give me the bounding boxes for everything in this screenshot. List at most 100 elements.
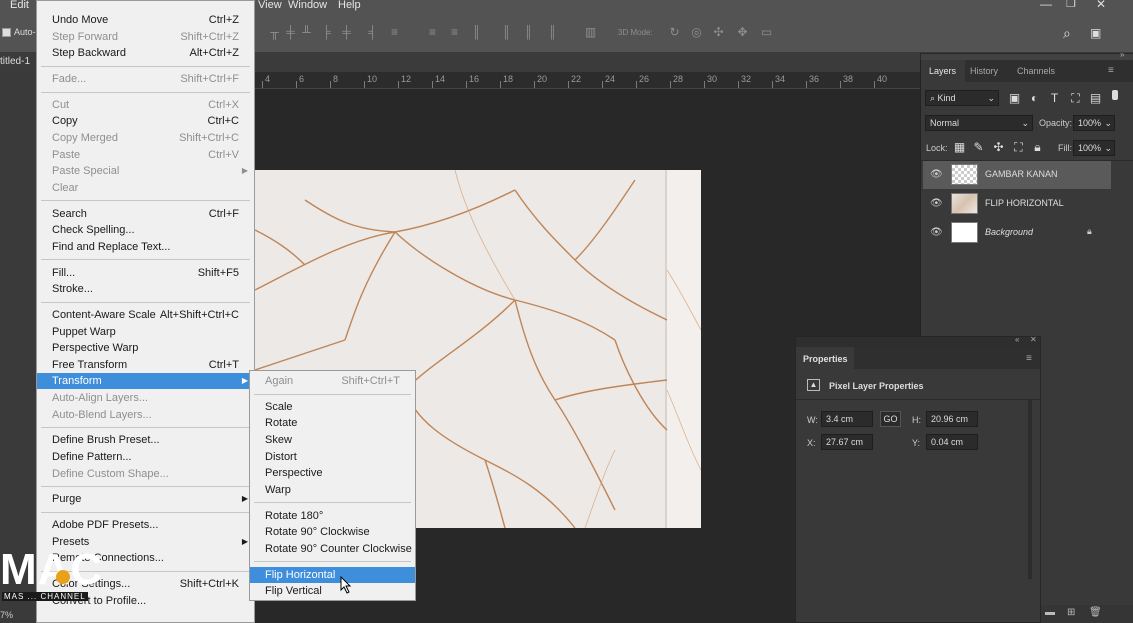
close-icon[interactable]: ✕ — [1030, 335, 1037, 344]
width-input[interactable]: 3.4 cm — [821, 411, 873, 427]
menu-item[interactable]: Fill... Shift+F5 — [37, 265, 254, 281]
menu-item[interactable]: Perspective Warp — [37, 340, 254, 356]
lock-image-icon[interactable]: ✎ — [972, 141, 985, 154]
align-left-icon[interactable]: ╞ — [320, 26, 333, 39]
menu-item[interactable]: Content-Aware Scale Alt+Shift+Ctrl+C — [37, 307, 254, 323]
minimize-icon[interactable]: — — [1040, 0, 1052, 11]
menu-item[interactable]: Puppet Warp — [37, 324, 254, 340]
layer-row[interactable]: 👁︎ FLIP HORIZONTAL — [923, 190, 1111, 218]
lock-transparent-icon[interactable]: ▦ — [953, 141, 966, 154]
panel-menu-icon[interactable]: ≡ — [1026, 353, 1032, 364]
visibility-eye-icon[interactable]: 👁︎ — [930, 169, 943, 180]
3d-scale-icon[interactable]: ▭ — [760, 26, 773, 39]
distribute-vcenter-icon[interactable]: ≡ — [426, 26, 439, 39]
layer-row[interactable]: 👁︎ GAMBAR KANAN — [923, 161, 1111, 189]
x-input[interactable]: 27.67 cm — [821, 434, 873, 450]
menu-item[interactable]: Rotate 180° — [250, 508, 415, 524]
filter-smart-object-icon[interactable]: ▤ — [1089, 92, 1102, 105]
opacity-input[interactable]: 100% ⌄ — [1073, 115, 1115, 131]
filter-adjustment-icon[interactable]: ◐ — [1028, 92, 1041, 105]
menu-item[interactable]: Stroke... — [37, 281, 254, 297]
search-icon[interactable]: ⌕ — [1063, 25, 1071, 42]
auto-align-icon[interactable]: ▥ — [584, 26, 597, 39]
3d-rotate-icon[interactable]: ↻ — [668, 26, 681, 39]
restore-icon[interactable]: ❐ — [1066, 0, 1076, 10]
panel-menu-icon[interactable]: ≡ — [1108, 65, 1114, 76]
menu-item[interactable]: Transform ▶ — [37, 373, 254, 390]
menu-item[interactable]: Rotate 90° Counter Clockwise — [250, 541, 415, 557]
align-vcenter-icon[interactable]: ╪ — [284, 26, 297, 39]
distribute-left-icon[interactable]: ║ — [470, 26, 483, 39]
menu-item[interactable]: Free Transform Ctrl+T — [37, 357, 254, 373]
trash-icon[interactable]: 🗑︎ — [1089, 607, 1102, 618]
align-bottom-icon[interactable]: ╨ — [300, 26, 313, 39]
distribute-hcenter-icon[interactable]: ║ — [500, 26, 513, 39]
distribute-bottom-icon[interactable]: ≡ — [448, 26, 461, 39]
new-group-icon[interactable]: ▬ — [1045, 607, 1055, 618]
menu-item[interactable]: Purge ▶ — [37, 491, 254, 507]
transform-submenu: Again Shift+Ctrl+T Scale Rotate Skew Distort P… — [249, 370, 416, 601]
link-dimensions-button[interactable]: GO — [880, 411, 901, 427]
menu-item[interactable]: Copy Ctrl+C — [37, 113, 254, 129]
align-top-icon[interactable]: ╥ — [268, 26, 281, 39]
height-input[interactable]: 20.96 cm — [926, 411, 978, 427]
visibility-eye-icon[interactable]: 👁︎ — [930, 198, 943, 209]
menu-item-shortcut: Ctrl+F — [208, 207, 239, 220]
layer-row[interactable]: 👁︎ Background 🔒︎ — [923, 219, 1111, 247]
close-icon[interactable]: ✕ — [1096, 0, 1106, 11]
menu-item[interactable]: Find and Replace Text... — [37, 239, 254, 255]
menu-item[interactable]: Skew — [250, 432, 415, 448]
3d-roll-icon[interactable]: ◎ — [690, 26, 703, 39]
tab-channels[interactable]: Channels — [1017, 60, 1055, 82]
workspace-icon[interactable]: ▣ — [1090, 26, 1101, 40]
lock-position-icon[interactable]: ✣ — [992, 141, 1005, 154]
3d-drag-icon[interactable]: ✣ — [712, 26, 725, 39]
filter-toggle[interactable] — [1112, 90, 1118, 100]
menu-item[interactable]: Scale — [250, 399, 415, 415]
tab-history[interactable]: History — [970, 60, 998, 82]
panel-collapse-icon[interactable]: « — [1015, 335, 1019, 344]
menu-item[interactable]: Check Spelling... — [37, 222, 254, 238]
fill-label: Fill: — [1058, 143, 1072, 153]
menu-item[interactable]: Flip Horizontal — [250, 566, 415, 583]
menu-item[interactable]: Undo Move Ctrl+Z — [37, 12, 254, 28]
menu-item[interactable]: Adobe PDF Presets... — [37, 517, 254, 533]
tab-layers[interactable]: Layers — [929, 60, 956, 82]
lock-artboard-icon[interactable]: ⛶ — [1012, 141, 1025, 154]
lock-all-icon[interactable]: 🔒︎ — [1031, 141, 1044, 154]
menu-item[interactable]: Define Brush Preset... — [37, 432, 254, 448]
menu-item[interactable]: Flip Vertical — [250, 583, 415, 599]
3d-slide-icon[interactable]: ✥ — [736, 26, 749, 39]
align-hcenter-icon[interactable]: ╪ — [340, 26, 353, 39]
menu-view[interactable]: View — [258, 0, 282, 11]
menu-item[interactable]: Step Backward Alt+Ctrl+Z — [37, 45, 254, 61]
menu-item[interactable]: Perspective — [250, 465, 415, 481]
panel-collapse-icon[interactable]: » — [1120, 50, 1124, 59]
menu-help[interactable]: Help — [338, 0, 361, 11]
align-right-icon[interactable]: ╡ — [366, 26, 379, 39]
menu-item-label: Search — [52, 207, 87, 220]
menu-window[interactable]: Window — [288, 0, 327, 11]
filter-pixel-icon[interactable]: ▣ — [1008, 92, 1021, 105]
visibility-eye-icon[interactable]: 👁︎ — [930, 227, 943, 238]
menu-item[interactable]: Warp — [250, 482, 415, 498]
menu-item[interactable]: Rotate — [250, 415, 415, 431]
y-input[interactable]: 0.04 cm — [926, 434, 978, 450]
menu-edit[interactable]: Edit — [10, 0, 29, 11]
filter-type-icon[interactable]: T — [1048, 92, 1061, 105]
distribute-spacing-icon[interactable]: ║ — [546, 26, 559, 39]
scrollbar[interactable] — [1028, 399, 1032, 579]
menu-item[interactable]: Distort — [250, 449, 415, 465]
menu-item[interactable]: Define Pattern... — [37, 449, 254, 465]
kind-filter[interactable]: ⌕ Kind ⌄ — [925, 90, 999, 106]
document-tab[interactable]: titled-1 — [0, 56, 30, 67]
distribute-top-icon[interactable]: ≡ — [388, 26, 401, 39]
fill-input[interactable]: 100% ⌄ — [1073, 140, 1115, 156]
menu-item[interactable]: Rotate 90° Clockwise — [250, 524, 415, 540]
distribute-right-icon[interactable]: ║ — [522, 26, 535, 39]
filter-shape-icon[interactable]: ⛶ — [1069, 92, 1082, 105]
blend-mode-select[interactable]: Normal ⌄ — [925, 115, 1033, 131]
auto-select-checkbox[interactable] — [2, 28, 11, 37]
new-layer-icon[interactable]: ⊞ — [1067, 607, 1075, 618]
menu-item[interactable]: Search Ctrl+F — [37, 206, 254, 222]
